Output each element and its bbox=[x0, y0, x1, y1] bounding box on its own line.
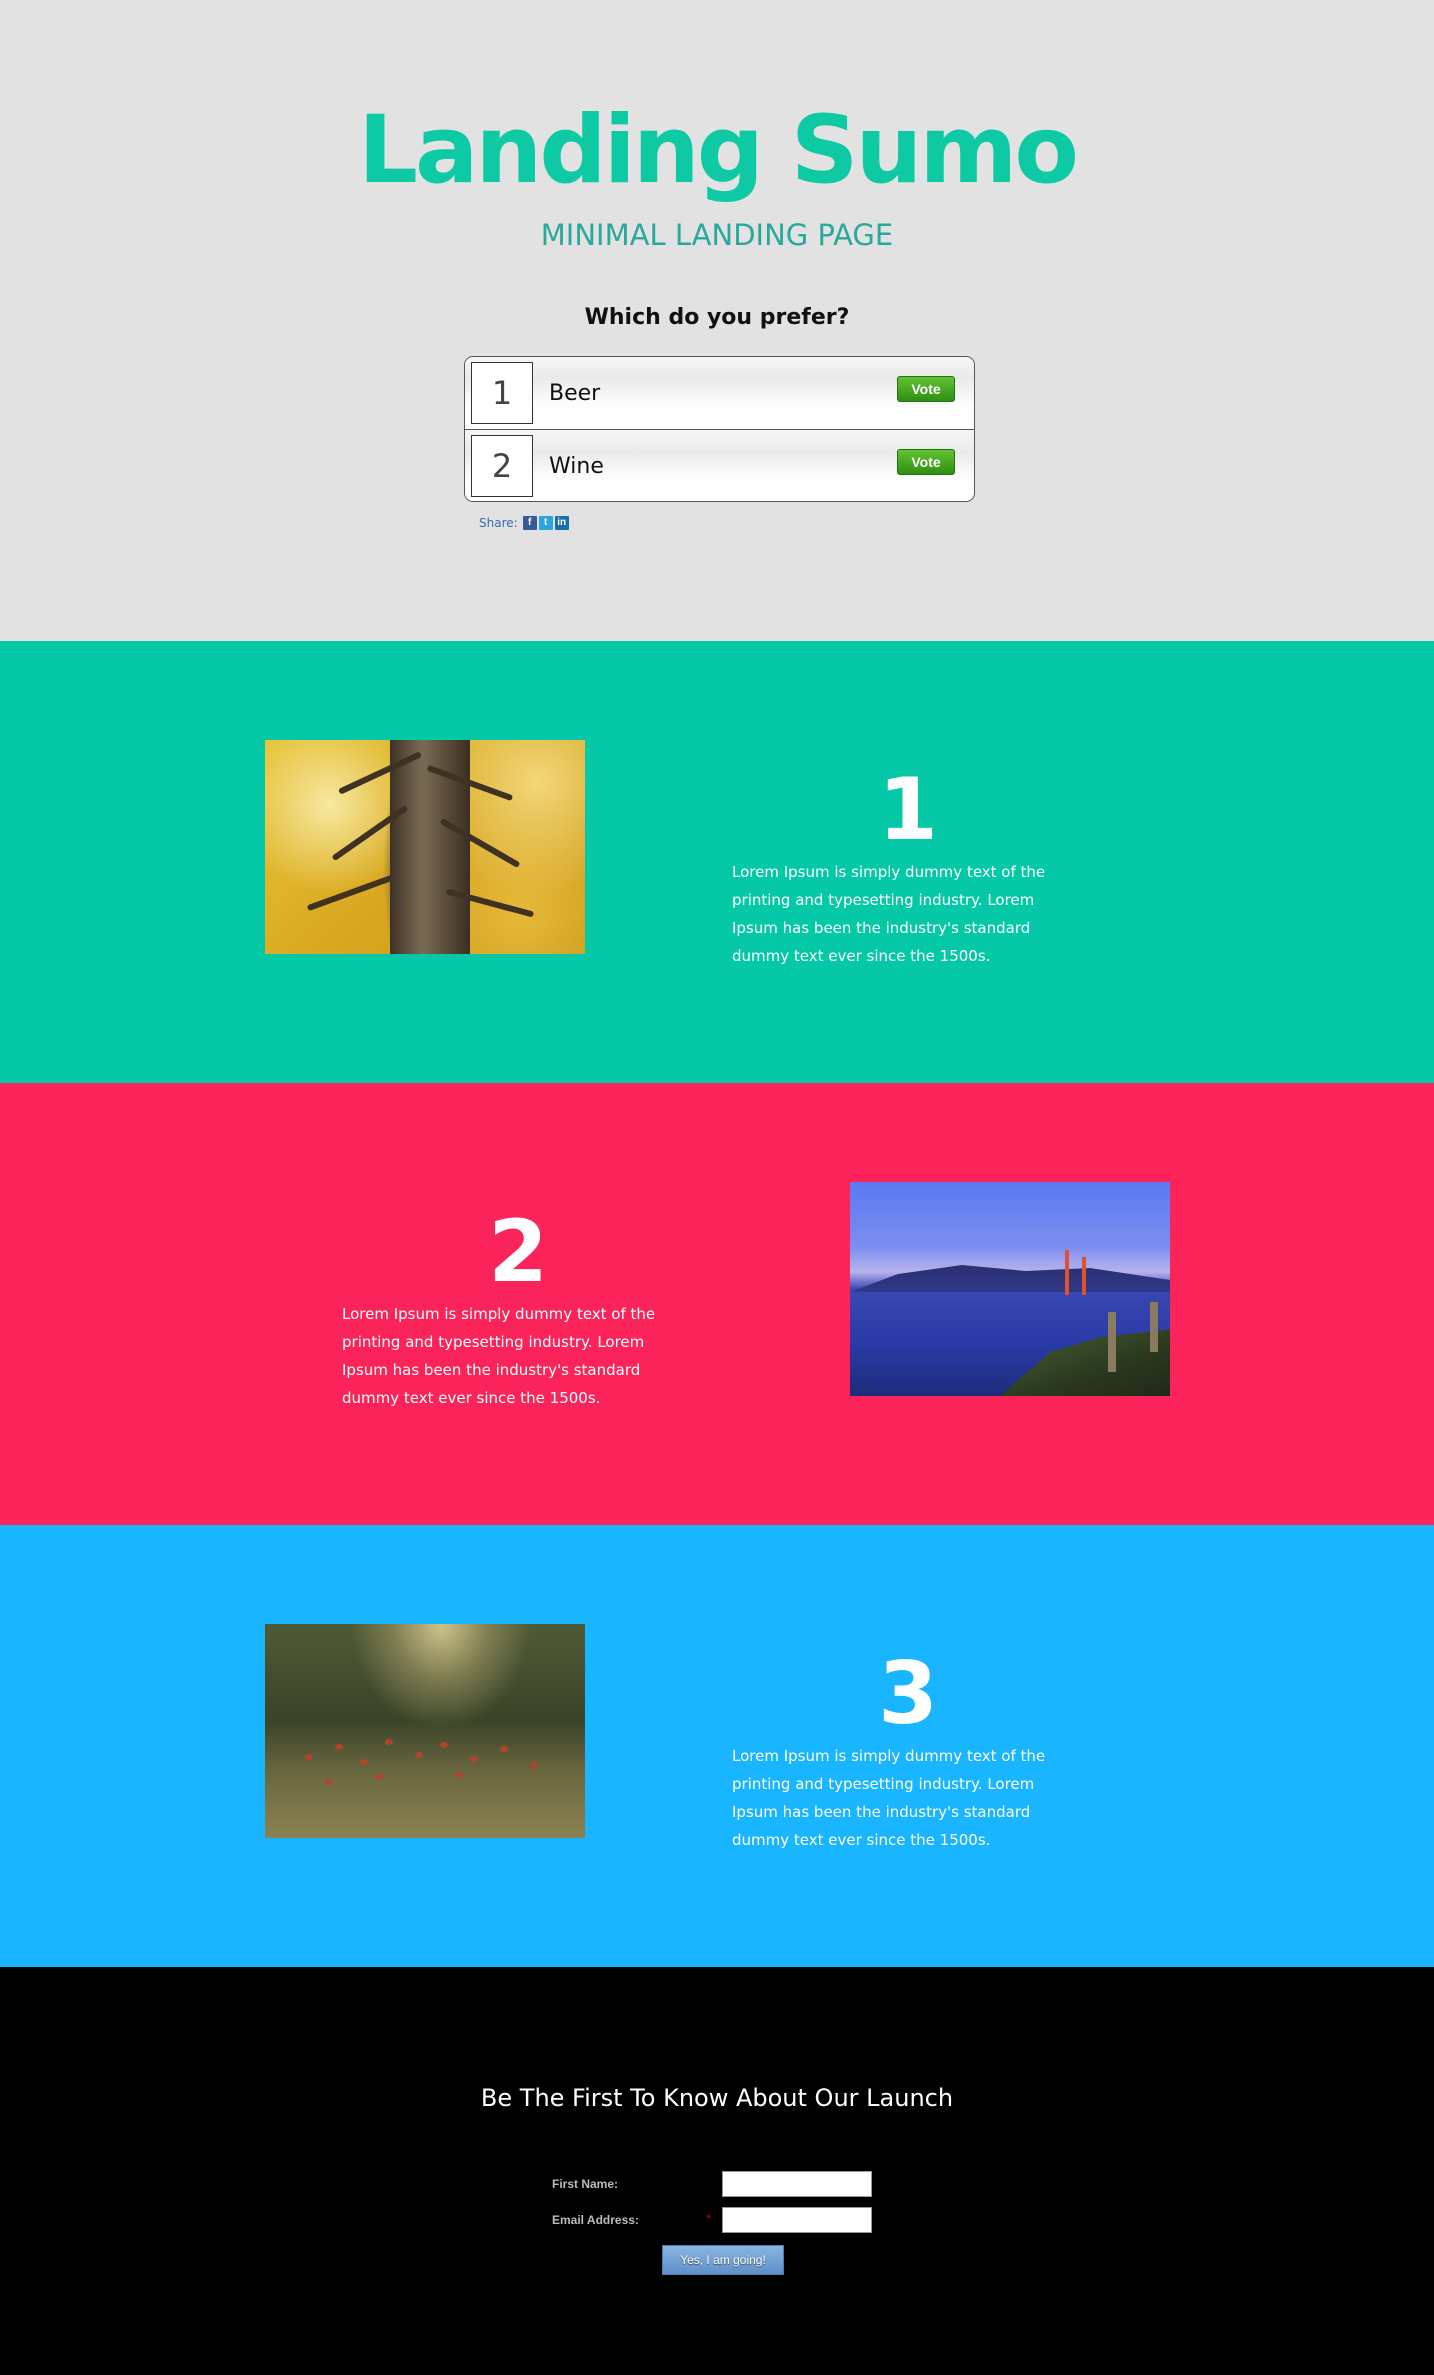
poll-option-beer: 1 Beer Vote bbox=[465, 357, 974, 430]
feature-description: Lorem Ipsum is simply dummy text of the … bbox=[342, 1305, 656, 1407]
feature-number: 2 bbox=[488, 1202, 548, 1302]
vote-button-wine[interactable]: Vote bbox=[897, 449, 955, 475]
email-label: Email Address: bbox=[552, 2213, 639, 2227]
feature-section-2: 2 Lorem Ipsum is simply dummy text of th… bbox=[0, 1083, 1434, 1525]
page-subtitle: MINIMAL LANDING PAGE bbox=[540, 218, 894, 252]
twitter-icon[interactable]: t bbox=[538, 516, 553, 530]
poll-option-label: Beer bbox=[549, 381, 601, 406]
first-name-label: First Name: bbox=[552, 2177, 619, 2191]
email-field[interactable] bbox=[722, 2207, 872, 2233]
poll-question: Which do you prefer? bbox=[584, 305, 850, 330]
hero-section: Landing Sumo MINIMAL LANDING PAGE Which … bbox=[0, 0, 1434, 641]
poll-option-number: 2 bbox=[471, 435, 533, 497]
feature-section-3: 3 Lorem Ipsum is simply dummy text of th… bbox=[0, 1525, 1434, 1967]
poll-option-number: 1 bbox=[471, 362, 533, 424]
signup-title: Be The First To Know About Our Launch bbox=[480, 2084, 954, 2112]
feature-section-1: 1 Lorem Ipsum is simply dummy text of th… bbox=[0, 641, 1434, 1083]
signup-section: Be The First To Know About Our Launch Fi… bbox=[0, 1967, 1434, 2375]
required-marker: * bbox=[706, 2211, 712, 2226]
feature-image-bridge bbox=[850, 1182, 1170, 1396]
submit-button[interactable]: Yes, I am going! bbox=[662, 2245, 784, 2275]
feature-description: Lorem Ipsum is simply dummy text of the … bbox=[732, 1747, 1046, 1849]
feature-description: Lorem Ipsum is simply dummy text of the … bbox=[732, 863, 1046, 965]
vote-button-beer[interactable]: Vote bbox=[897, 376, 955, 402]
feature-image-tree bbox=[265, 740, 585, 954]
share-label: Share: bbox=[479, 516, 518, 530]
facebook-icon[interactable]: f bbox=[522, 516, 537, 530]
poll-option-label: Wine bbox=[549, 454, 604, 479]
poll-option-wine: 2 Wine Vote bbox=[465, 430, 974, 501]
poll-widget: 1 Beer Vote 2 Wine Vote bbox=[464, 356, 975, 502]
first-name-field[interactable] bbox=[722, 2171, 872, 2197]
share-bar: Share: f t in bbox=[479, 515, 569, 531]
feature-number: 1 bbox=[878, 760, 938, 860]
feature-image-field bbox=[265, 1624, 585, 1838]
linkedin-icon[interactable]: in bbox=[554, 516, 569, 530]
feature-number: 3 bbox=[878, 1644, 938, 1744]
page-title: Landing Sumo bbox=[358, 96, 1079, 205]
